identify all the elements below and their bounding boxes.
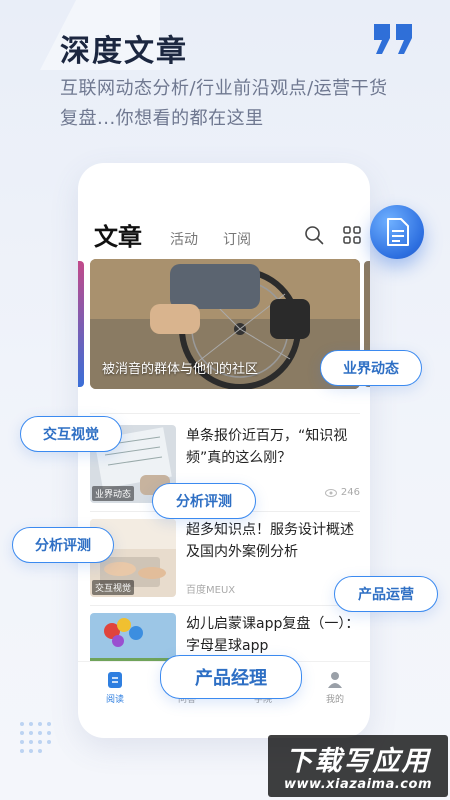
- nav-profile[interactable]: 我的: [310, 670, 360, 705]
- phone-mockup: 文章 活动 订阅 被消音的群体与他们的社区 业界动态 单条报价近百万，“知识视频…: [78, 163, 370, 738]
- article-tag: 交互视觉: [92, 580, 135, 595]
- carousel-prev-peek[interactable]: [78, 261, 84, 387]
- article-tag: 业界动态: [92, 486, 135, 501]
- eye-icon: [324, 488, 337, 497]
- watermark-url: www.xiazaima.com: [284, 777, 432, 792]
- app-header: 文章 活动 订阅: [78, 213, 370, 253]
- banner-caption: 被消音的群体与他们的社区: [102, 362, 259, 377]
- hero-subtitle: 互联网动态分析/行业前沿观点/运营干货复盘...你想看的都在这里: [60, 78, 388, 129]
- watermark: 下载写应用 www.xiazaima.com: [268, 735, 448, 797]
- read-icon: [108, 672, 122, 688]
- article-source: 百度MEUX: [186, 585, 236, 596]
- view-count-value: 246: [340, 487, 360, 498]
- profile-icon: [328, 672, 342, 688]
- document-badge: [370, 205, 424, 259]
- tab-subscriptions[interactable]: 订阅: [223, 229, 251, 249]
- hero-title: 深度文章: [60, 34, 188, 69]
- tag-analysis[interactable]: 分析评测: [152, 483, 256, 519]
- document-icon: [387, 218, 409, 246]
- watermark-title: 下载写应用: [285, 746, 431, 777]
- tab-activities[interactable]: 活动: [170, 229, 198, 249]
- dots-decoration: [20, 722, 51, 753]
- view-count: 246: [324, 487, 360, 498]
- nav-label: 阅读: [105, 695, 124, 705]
- tag-operation[interactable]: 产品运营: [334, 576, 438, 612]
- grid-icon[interactable]: [342, 225, 362, 245]
- tag-interaction[interactable]: 交互视觉: [20, 416, 122, 452]
- divider: [90, 413, 360, 414]
- article-title: 单条报价近百万，“知识视频”真的这么刚？: [186, 428, 348, 466]
- nav-label: 我的: [325, 695, 344, 705]
- tag-industry[interactable]: 业界动态: [320, 350, 422, 386]
- search-icon[interactable]: [304, 225, 324, 245]
- tab-articles[interactable]: 文章: [94, 217, 142, 252]
- quote-icon: [374, 24, 412, 54]
- tag-analysis-left[interactable]: 分析评测: [12, 527, 114, 563]
- divider: [90, 605, 360, 606]
- tag-product-manager[interactable]: 产品经理: [160, 655, 302, 699]
- nav-read[interactable]: 阅读: [90, 670, 140, 705]
- article-title: 幼儿启蒙课app复盘（一）：字母星球app: [186, 616, 360, 654]
- list-item[interactable]: 交互视觉 超多知识点！服务设计概述及国内外案例分析 百度MEUX: [90, 519, 360, 605]
- article-title: 超多知识点！服务设计概述及国内外案例分析: [186, 522, 354, 560]
